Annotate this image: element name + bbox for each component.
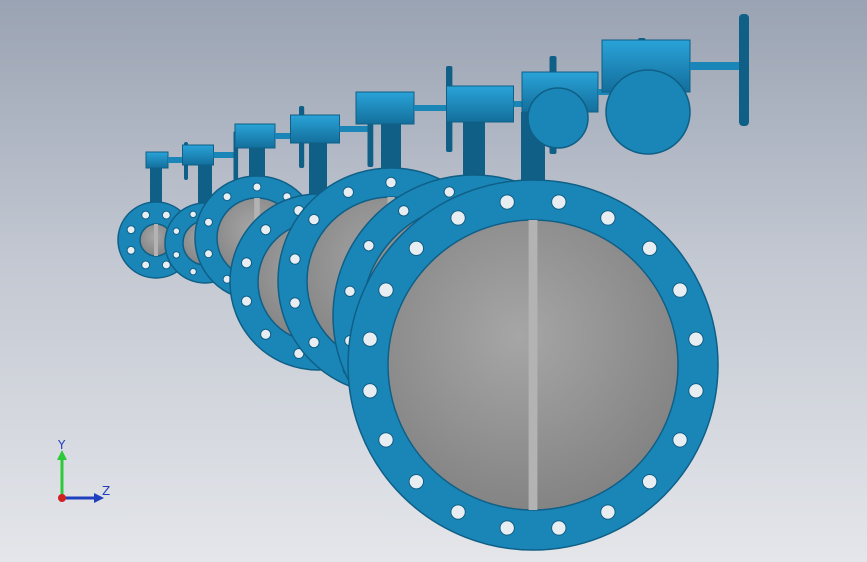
bolt-hole xyxy=(252,182,262,192)
bolt-hole xyxy=(600,210,616,226)
gearbox xyxy=(355,91,415,125)
bolt-hole xyxy=(289,297,301,309)
gear-cover xyxy=(605,69,691,155)
bolt-hole xyxy=(161,210,171,220)
bolt-hole xyxy=(378,432,394,448)
graphics-viewport[interactable]: Y Z xyxy=(0,0,867,562)
gearbox xyxy=(145,151,169,169)
bolt-hole xyxy=(362,383,378,399)
input-shaft xyxy=(414,105,448,111)
bolt-hole xyxy=(126,225,136,235)
bolt-hole xyxy=(172,227,181,235)
bolt-hole xyxy=(499,520,515,536)
bolt-hole xyxy=(240,295,253,307)
bolt-hole xyxy=(408,473,425,490)
input-shaft xyxy=(339,126,370,132)
bolt-hole xyxy=(688,331,704,347)
bolt-hole xyxy=(308,336,320,349)
bolt-hole xyxy=(551,520,567,536)
bolt-hole xyxy=(450,210,466,226)
bolt-hole xyxy=(308,213,320,226)
x-axis-dot xyxy=(58,494,66,502)
bolt-hole xyxy=(499,194,515,210)
bolt-hole xyxy=(641,473,658,490)
operator-shaft xyxy=(690,62,740,70)
bolt-hole xyxy=(222,192,232,202)
valve-assembly-model[interactable] xyxy=(0,0,867,562)
bolt-hole xyxy=(378,282,394,298)
bolt-hole xyxy=(385,176,397,189)
gearbox xyxy=(234,123,276,149)
bolt-hole xyxy=(672,282,688,298)
bolt-hole xyxy=(189,267,197,276)
gearbox xyxy=(290,114,340,144)
operator-handwheel xyxy=(739,14,749,126)
bolt-hole xyxy=(450,504,466,520)
gearbox xyxy=(182,144,214,166)
coordinate-triad: Y Z xyxy=(40,436,130,516)
bolt-hole xyxy=(289,253,301,265)
gearbox xyxy=(446,85,514,123)
bolt-hole xyxy=(204,249,213,259)
bolt-hole xyxy=(141,260,151,270)
gear-cover-small xyxy=(527,87,589,149)
bolt-hole xyxy=(126,245,136,255)
valve-neck xyxy=(381,124,401,174)
bolt-hole xyxy=(260,224,272,236)
bolt-hole xyxy=(672,432,688,448)
valve-stem xyxy=(154,224,158,256)
bolt-hole xyxy=(172,251,181,259)
bolt-hole xyxy=(189,210,197,219)
bolt-hole xyxy=(443,186,456,198)
bolt-hole xyxy=(688,383,704,399)
y-axis-label: Y xyxy=(58,438,66,452)
bolt-hole xyxy=(408,240,425,257)
valve-stem xyxy=(528,220,538,510)
valve-neck xyxy=(463,122,485,181)
bolt-hole xyxy=(240,257,253,269)
bolt-hole xyxy=(342,186,354,198)
bolt-hole xyxy=(362,331,378,347)
bolt-hole xyxy=(551,194,567,210)
bolt-hole xyxy=(141,210,151,220)
bolt-hole xyxy=(344,285,356,298)
bolt-hole xyxy=(260,328,272,340)
bolt-hole xyxy=(641,240,658,257)
bolt-hole xyxy=(363,240,375,252)
bolt-hole xyxy=(600,504,616,520)
triad-axes xyxy=(57,450,104,503)
input-shaft xyxy=(213,152,236,158)
bolt-hole xyxy=(398,205,410,217)
bolt-hole xyxy=(204,217,213,227)
z-axis-label: Z xyxy=(102,484,111,498)
